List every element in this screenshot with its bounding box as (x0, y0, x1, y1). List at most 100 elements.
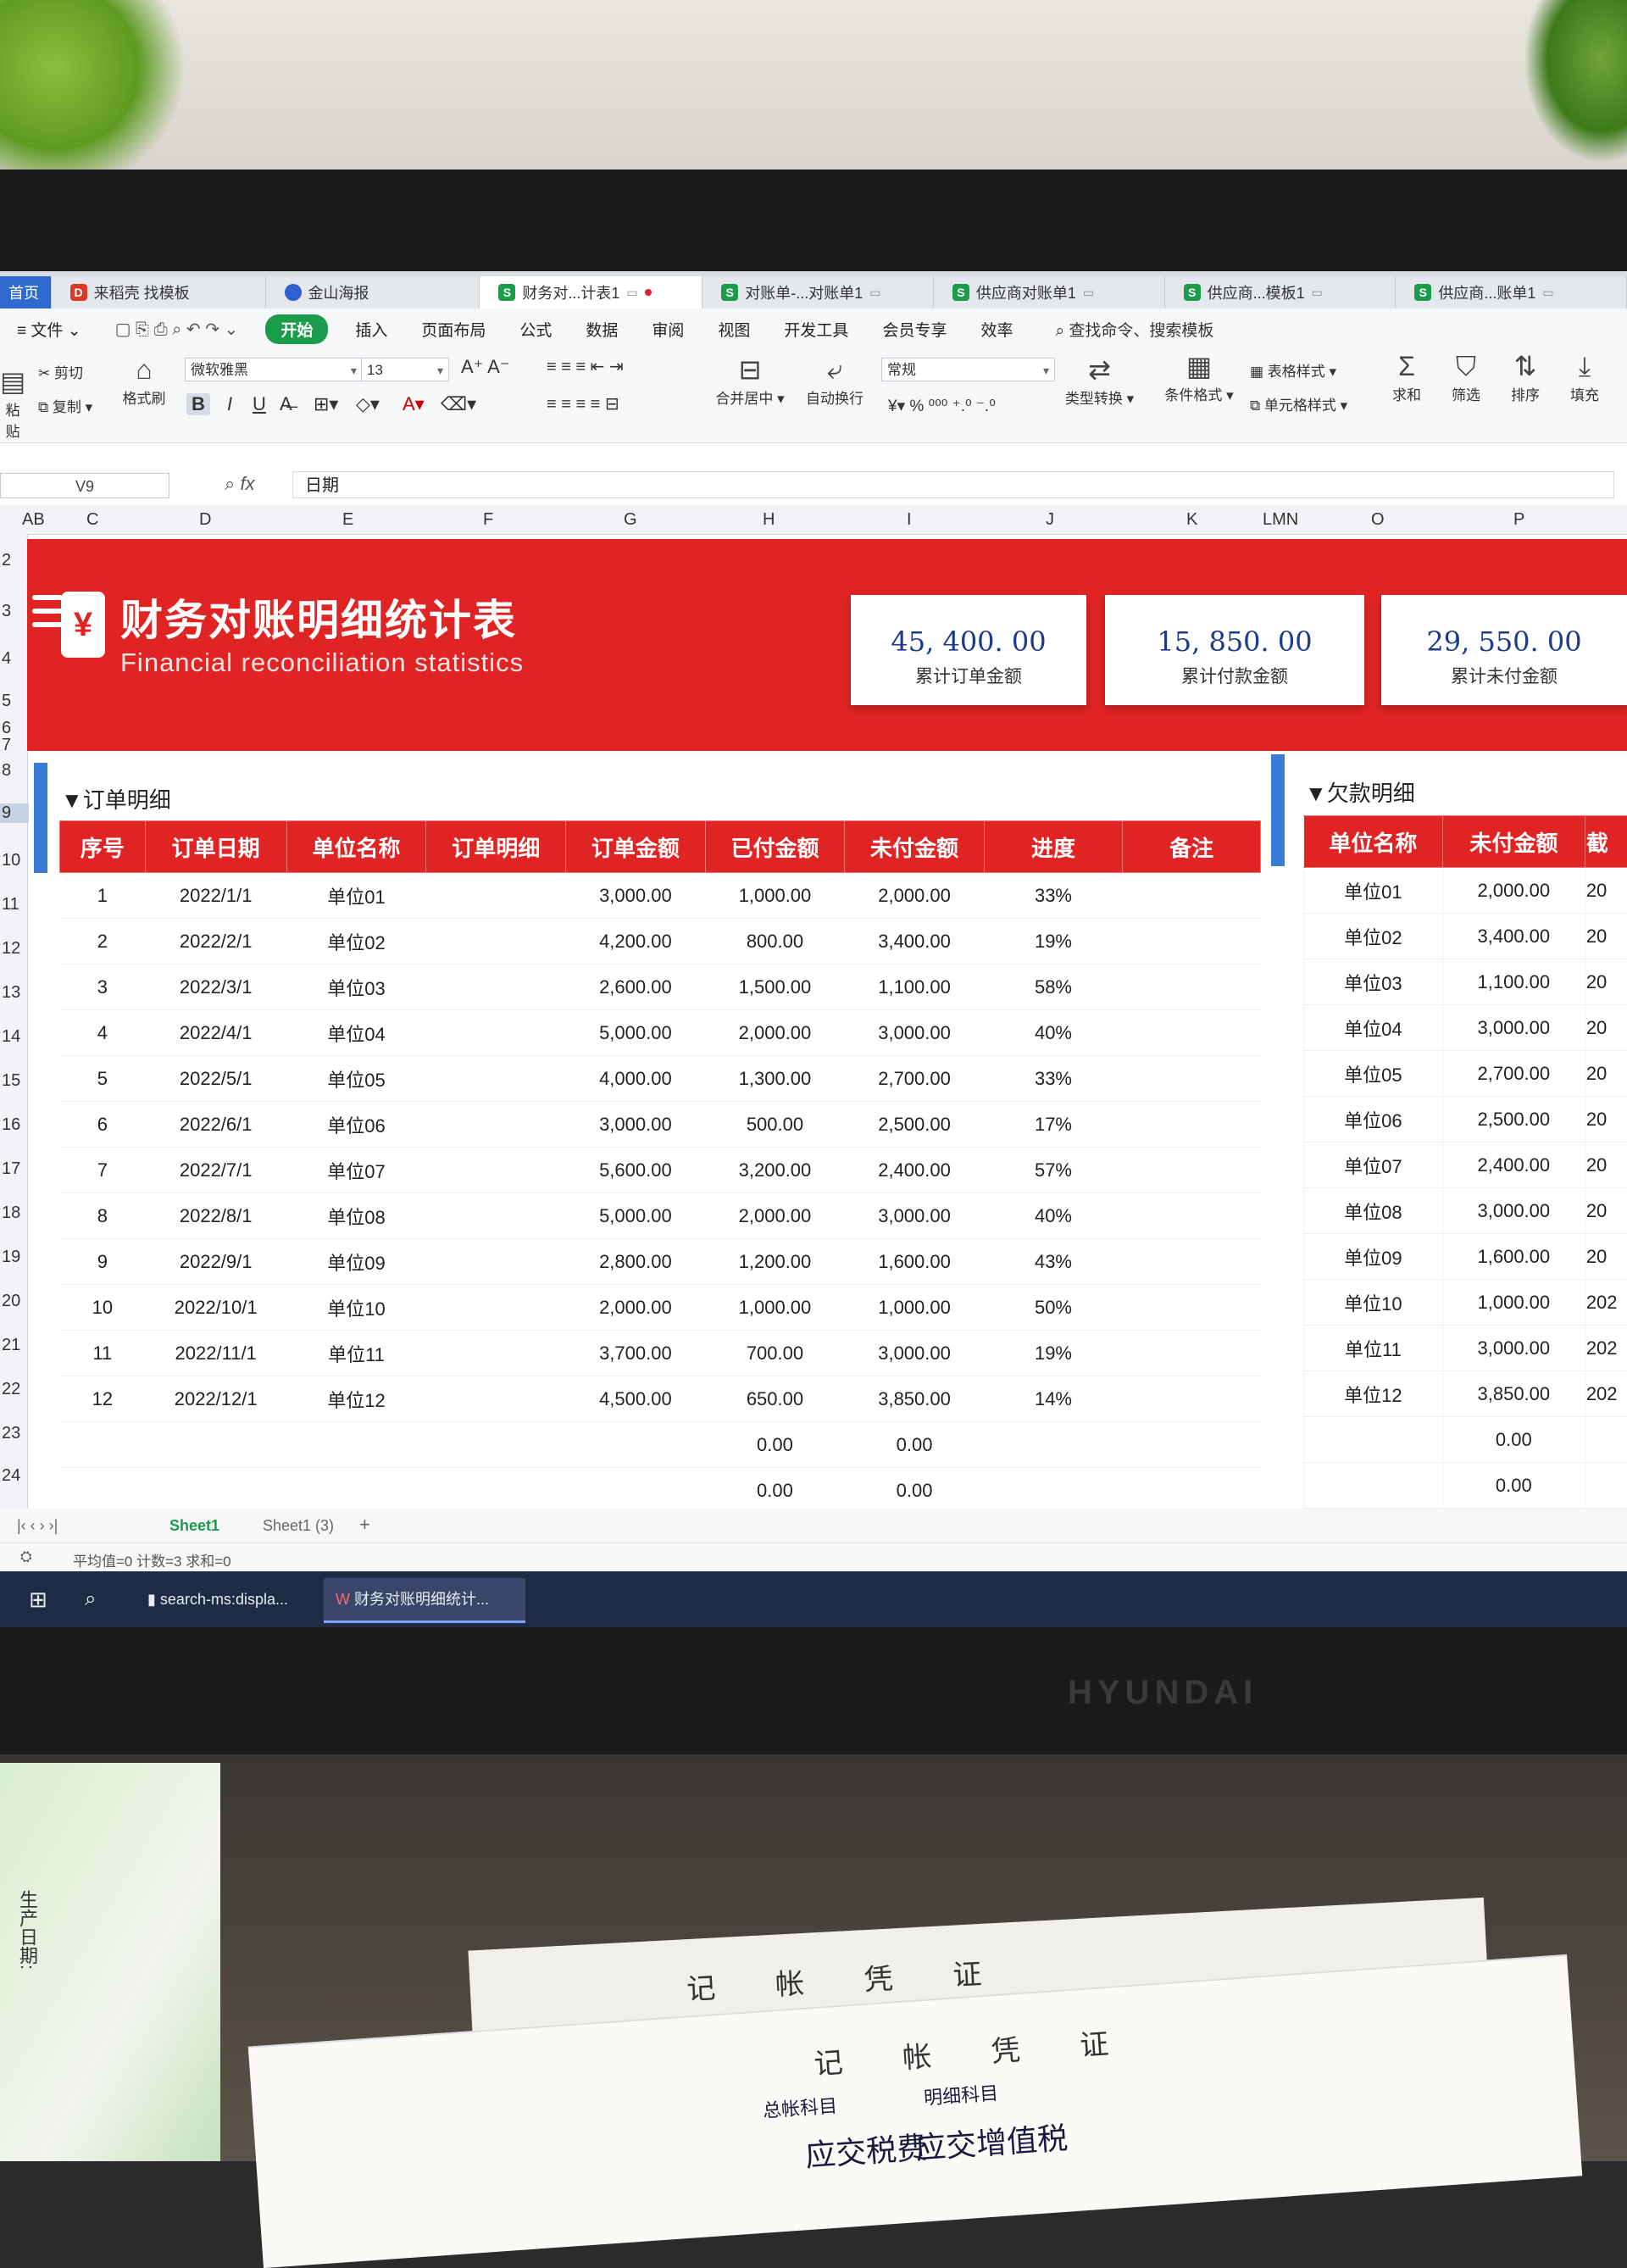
cell-progress[interactable] (984, 1422, 1122, 1468)
cell-paid[interactable]: 700.00 (705, 1331, 845, 1376)
col-header-amount[interactable]: 订单金额 (566, 821, 706, 873)
cell-index[interactable]: 8 (60, 1193, 146, 1239)
menu-start[interactable]: 开始 (265, 314, 328, 344)
share-icon[interactable]: ▭ (1083, 286, 1094, 300)
table-style-button[interactable]: ▦ 表格样式 ▾ (1250, 359, 1336, 381)
cell-note[interactable] (1123, 1056, 1261, 1102)
cell-amount[interactable]: 5,000.00 (566, 1010, 706, 1056)
cell-detail[interactable] (426, 1376, 566, 1422)
cell-unit[interactable]: 单位07 (286, 1148, 426, 1193)
cell-note[interactable] (1123, 873, 1261, 919)
cell-amount[interactable] (566, 1468, 706, 1514)
cell-index[interactable]: 5 (60, 1056, 146, 1102)
search-icon[interactable]: ⌕ (73, 1578, 108, 1620)
sort-button[interactable]: ⇅排序 (1504, 349, 1546, 404)
cell-unpaid[interactable]: 1,100.00 (1442, 959, 1585, 1005)
row-header[interactable]: 10 (0, 851, 29, 870)
cell-amount[interactable] (566, 1422, 706, 1468)
row-header[interactable]: 16 (0, 1115, 29, 1135)
row-header[interactable]: 17 (0, 1159, 29, 1179)
cell-note[interactable] (1123, 1468, 1261, 1514)
cell-unit[interactable]: 单位05 (1304, 1051, 1443, 1097)
cell-index[interactable] (60, 1422, 146, 1468)
cell-amount[interactable]: 4,500.00 (566, 1376, 706, 1422)
number-format-select[interactable]: 常规 (881, 358, 1055, 381)
tab-supplier-template[interactable]: S 供应商...模板1 ▭ (1165, 276, 1397, 309)
cell-cutoff[interactable]: 20 (1585, 914, 1627, 959)
row-header[interactable]: 23 (0, 1424, 29, 1443)
cell-cutoff[interactable]: 20 (1585, 868, 1627, 914)
type-convert-button[interactable]: ⇄类型转换 ▾ (1059, 353, 1140, 408)
cell-progress[interactable]: 14% (984, 1376, 1122, 1422)
cell-paid[interactable]: 3,200.00 (705, 1148, 845, 1193)
border-icon[interactable]: ⊞▾ (314, 393, 338, 415)
cell-paid[interactable]: 0.00 (705, 1468, 845, 1514)
cell-paid[interactable]: 1,300.00 (705, 1056, 845, 1102)
cell-cutoff[interactable] (1585, 1463, 1627, 1509)
col-header-date[interactable]: 订单日期 (145, 821, 286, 873)
cell-unpaid[interactable]: 2,700.00 (1442, 1051, 1585, 1097)
cell-note[interactable] (1123, 1331, 1261, 1376)
align-horizontal-icons[interactable]: ≡ ≡ ≡ ≡ ⊟ (547, 393, 619, 414)
cell-style-button[interactable]: ⧉ 单元格样式 ▾ (1250, 393, 1347, 414)
cell-detail[interactable] (426, 1331, 566, 1376)
fx-icons[interactable]: ⌕ fx (225, 473, 255, 495)
tab-statement[interactable]: S 对账单-...对账单1 ▭ (702, 276, 934, 309)
menu-efficiency[interactable]: 效率 (963, 318, 1030, 341)
cell-paid[interactable]: 650.00 (705, 1376, 845, 1422)
cell-cutoff[interactable]: 20 (1585, 1188, 1627, 1234)
cell-unpaid[interactable]: 3,000.00 (845, 1010, 985, 1056)
col-header[interactable]: J (1046, 510, 1054, 530)
cell-progress[interactable]: 43% (984, 1239, 1122, 1285)
cell-unpaid[interactable]: 2,000.00 (845, 873, 985, 919)
row-header[interactable]: 11 (0, 895, 29, 914)
copy-button[interactable]: ⧉ 复制 ▾ (38, 395, 92, 416)
cell-unpaid[interactable]: 2,500.00 (1442, 1097, 1585, 1142)
row-header[interactable]: 5 (0, 692, 29, 711)
align-top-icons[interactable]: ≡ ≡ ≡ ⇤ ⇥ (547, 356, 624, 377)
cell-date[interactable]: 2022/3/1 (145, 964, 286, 1010)
share-icon[interactable]: ▭ (869, 286, 880, 300)
cell-amount[interactable]: 3,000.00 (566, 873, 706, 919)
cell-unpaid[interactable]: 1,100.00 (845, 964, 985, 1010)
tab-home[interactable]: 首页 (0, 276, 52, 309)
cell-unpaid[interactable]: 0.00 (1442, 1463, 1585, 1509)
col-header[interactable]: F (483, 510, 493, 530)
menu-page-layout[interactable]: 页面布局 (404, 318, 503, 341)
windows-start-icon[interactable]: ⊞ (17, 1578, 59, 1620)
cell-unpaid[interactable]: 1,000.00 (1442, 1280, 1585, 1326)
cell-cutoff[interactable]: 20 (1585, 1234, 1627, 1280)
sheet-tab-active[interactable]: Sheet1 (169, 1517, 219, 1535)
cell-detail[interactable] (426, 1422, 566, 1468)
cell-note[interactable] (1123, 1376, 1261, 1422)
cell-progress[interactable] (984, 1468, 1122, 1514)
cell-progress[interactable]: 40% (984, 1010, 1122, 1056)
col-header[interactable]: O (1371, 510, 1385, 530)
cell-index[interactable]: 1 (60, 873, 146, 919)
cell-unpaid[interactable]: 0.00 (845, 1422, 985, 1468)
col-header-progress[interactable]: 进度 (984, 821, 1122, 873)
cell-paid[interactable]: 1,000.00 (705, 1285, 845, 1331)
cell-cutoff[interactable]: 20 (1585, 1051, 1627, 1097)
format-painter-button[interactable]: ⌂格式刷 (119, 353, 169, 408)
tab-poster[interactable]: 金山海报 (266, 276, 480, 309)
col-header-unpaid[interactable]: 未付金额 (845, 821, 985, 873)
row-header[interactable]: 13 (0, 983, 29, 1003)
cell-cutoff[interactable]: 202 (1585, 1326, 1627, 1371)
cell-unit[interactable] (1304, 1463, 1443, 1509)
share-icon[interactable]: ▭ (1542, 286, 1553, 300)
taskbar-item-search[interactable]: ▮ search-ms:displa... (136, 1578, 329, 1620)
cell-index[interactable]: 6 (60, 1102, 146, 1148)
cell-unpaid[interactable]: 3,850.00 (845, 1376, 985, 1422)
cell-unpaid[interactable]: 1,600.00 (1442, 1234, 1585, 1280)
tab-supplier-bill[interactable]: S 供应商...账单1 ▭ (1396, 276, 1627, 309)
cell-amount[interactable]: 2,600.00 (566, 964, 706, 1010)
cell-progress[interactable]: 33% (984, 873, 1122, 919)
cell-index[interactable] (60, 1468, 146, 1514)
cell-date[interactable]: 2022/5/1 (145, 1056, 286, 1102)
cell-unit[interactable]: 单位03 (1304, 959, 1443, 1005)
cell-index[interactable]: 11 (60, 1331, 146, 1376)
cell-index[interactable]: 2 (60, 919, 146, 964)
fill-button[interactable]: ⤓填充 (1563, 349, 1606, 404)
command-search[interactable]: ⌕ 查找命令、搜索模板 (1030, 318, 1213, 341)
